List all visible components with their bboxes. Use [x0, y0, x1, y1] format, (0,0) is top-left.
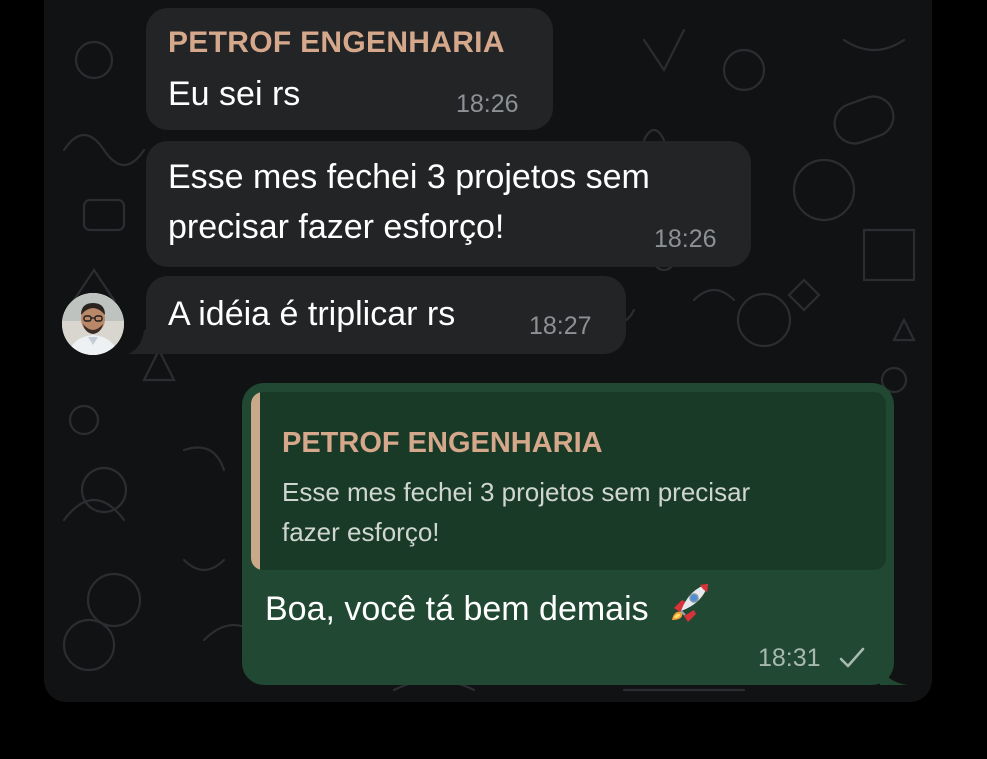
message-text-line-2: precisar fazer esforço!	[168, 208, 505, 246]
quoted-text-line-2: fazer esforço!	[282, 517, 440, 547]
message-text: A idéia é triplicar rs	[168, 295, 456, 333]
quoted-text: Esse mes fechei 3 projetos sem precisar …	[282, 472, 872, 552]
message-text-line-1: Esse mes fechei 3 projetos sem	[168, 158, 650, 196]
incoming-message-1[interactable]: PETROF ENGENHARIA Eu sei rs 18:26	[146, 8, 553, 130]
avatar-photo	[62, 293, 124, 355]
outgoing-text: Boa, você tá bem demais	[265, 582, 710, 633]
quote-accent-bar	[251, 392, 260, 570]
rocket-icon	[672, 584, 709, 622]
incoming-message-3[interactable]: A idéia é triplicar rs 18:27	[146, 276, 626, 354]
outgoing-time: 18:31	[758, 644, 821, 672]
message-time: 18:26	[654, 225, 717, 253]
incoming-message-2[interactable]: Esse mes fechei 3 projetos sem precisar …	[146, 141, 751, 267]
message-time: 18:27	[529, 312, 592, 340]
message-time: 18:26	[456, 90, 519, 118]
outgoing-text-content: Boa, você tá bem demais	[265, 590, 649, 628]
message-text: Eu sei rs	[168, 75, 301, 113]
outgoing-message[interactable]: PETROF ENGENHARIA Esse mes fechei 3 proj…	[242, 383, 894, 685]
sender-name: PETROF ENGENHARIA	[168, 26, 505, 59]
quoted-sender-name: PETROF ENGENHARIA	[282, 427, 603, 459]
quoted-message[interactable]: PETROF ENGENHARIA Esse mes fechei 3 proj…	[251, 392, 886, 570]
quoted-text-line-1: Esse mes fechei 3 projetos sem precisar	[282, 477, 751, 507]
sent-check-icon	[839, 647, 865, 668]
contact-avatar[interactable]	[62, 293, 124, 355]
